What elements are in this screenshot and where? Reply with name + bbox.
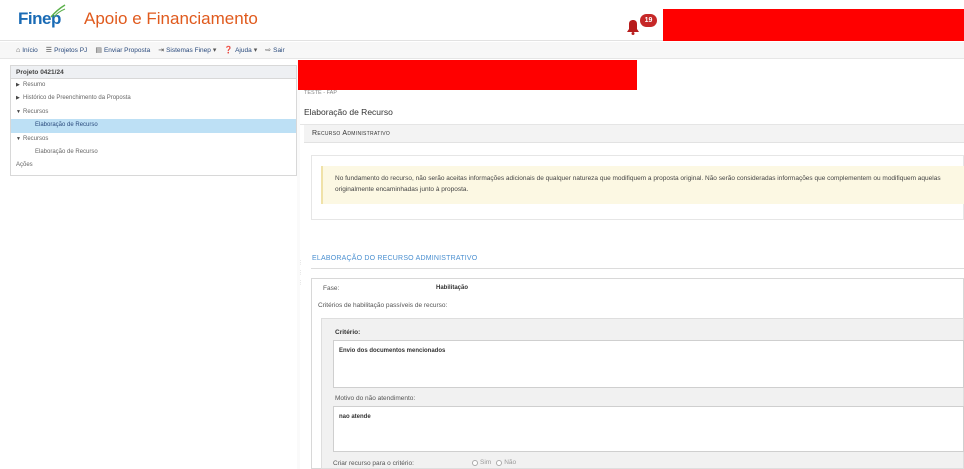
criar-recurso-label: Criar recurso para o critério: [333, 460, 414, 467]
caret-right-icon: ▶ [16, 82, 20, 88]
redacted-user-block [663, 9, 964, 41]
logout-icon: ⇨ [265, 47, 272, 54]
home-icon: ⌂ [16, 46, 21, 54]
menu-enviar-proposta-label: Enviar Proposta [103, 46, 151, 54]
radio-sim[interactable]: Sim [472, 459, 491, 466]
motivo-textarea[interactable]: nao atende [333, 406, 964, 452]
splitter-grip-icon[interactable]: ⋮ ⋮ ⋮ [298, 258, 303, 288]
radio-nao[interactable]: Não [496, 459, 516, 466]
main-menu-bar: ⌂ Início ☰ Projetos PJ ▤ Enviar Proposta… [0, 42, 964, 59]
caret-down-icon: ▼ [16, 108, 21, 115]
radio-sim-label: Sim [480, 459, 492, 466]
tree-item-acoes[interactable]: Ações [11, 159, 296, 172]
motivo-label: Motivo do não atendimento: [335, 395, 416, 402]
caret-down-icon: ▼ [16, 135, 21, 142]
tree-item-label: Elaboração de Recurso [35, 122, 98, 129]
section-title: Recurso Administrativo [304, 125, 964, 143]
tree-item-elaboracao-recurso-selected[interactable]: Elaboração de Recurso [11, 119, 296, 133]
tree-item-recursos-2[interactable]: ▼ Recursos [11, 133, 296, 146]
notification-count-badge[interactable]: 19 [640, 14, 657, 27]
menu-inicio[interactable]: ⌂ Início [16, 47, 38, 54]
app-title: Apoio e Financiamento [84, 9, 258, 28]
help-icon: ❓ [224, 47, 234, 54]
tree-item-label: Recursos [23, 135, 49, 142]
criterio-textarea[interactable]: Envio dos documentos mencionados [333, 340, 964, 388]
tree-item-label: Resumo [23, 82, 46, 88]
menu-projetos-pj-label: Projetos PJ [54, 46, 88, 54]
tree-item-label: Ações [16, 162, 33, 169]
login-icon: ⇥ [158, 47, 165, 54]
tree-item-recursos[interactable]: ▼ Recursos [11, 106, 296, 119]
project-tree-title: Projeto 0421/24 [11, 66, 296, 79]
criteria-list-label: Critérios de habilitação passíveis de re… [318, 302, 448, 309]
menu-projetos-pj[interactable]: ☰ Projetos PJ [45, 46, 88, 55]
breadcrumb: TESTE - FAP [304, 90, 338, 96]
menu-inicio-label: Início [22, 46, 38, 54]
tree-item-label: Elaboração de Recurso [35, 148, 98, 155]
chevron-down-icon: ▾ [212, 47, 217, 54]
menu-sair[interactable]: ⇨ Sair [265, 46, 285, 55]
logo-swoosh-icon [50, 4, 66, 18]
radio-sim-circle[interactable] [472, 459, 478, 466]
menu-sistemas-finep[interactable]: ⇥ Sistemas Finep ▾ [158, 46, 217, 55]
radio-nao-circle[interactable] [496, 459, 503, 466]
menu-ajuda-label: Ajuda [235, 46, 252, 54]
caret-right-icon: ▶ [16, 95, 20, 102]
fase-label: Fase: [323, 285, 340, 292]
menu-ajuda[interactable]: ❓ Ajuda ▾ [224, 46, 258, 55]
menu-sair-label: Sair [273, 46, 285, 54]
sub-section-heading: ELABORAÇÃO DO RECURSO ADMINISTRATIVO [312, 255, 478, 262]
fase-value: Habilitação [436, 285, 469, 291]
tree-item-resumo[interactable]: ▶ Resumo [11, 79, 296, 92]
menu-enviar-proposta[interactable]: ▤ Enviar Proposta [95, 46, 151, 55]
redacted-project-title [298, 60, 637, 90]
tree-item-label: Histórico de Preenchimento da Proposta [23, 95, 131, 102]
tree-item-historico[interactable]: ▶ Histórico de Preenchimento da Proposta [11, 92, 296, 105]
list-icon: ☰ [45, 47, 53, 54]
warning-notice: No fundamento do recurso, não serão acei… [321, 166, 964, 204]
project-tree-panel: Projeto 0421/24 ▶ Resumo ▶ Histórico de Pr… [10, 65, 297, 176]
menu-sistemas-finep-label: Sistemas Finep [166, 46, 211, 54]
document-icon: ▤ [95, 47, 102, 54]
sub-section-divider [311, 268, 964, 269]
criar-recurso-radio-group: Sim Não [472, 459, 516, 466]
tree-item-label: Recursos [23, 108, 49, 115]
chevron-down-icon: ▾ [253, 47, 258, 54]
radio-nao-label: Não [504, 459, 517, 466]
criterio-label: Critério: [335, 329, 361, 336]
page-title: Elaboração de Recurso [304, 107, 393, 117]
tree-item-elaboracao-recurso[interactable]: Elaboração de Recurso [11, 146, 296, 159]
